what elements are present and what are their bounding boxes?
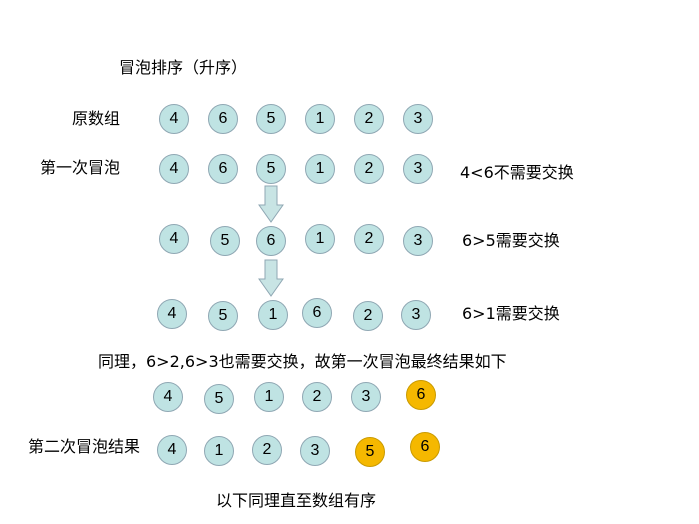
compare-note-2: 6>5需要交换	[462, 231, 560, 250]
pass1-step3-item-4: 6	[302, 298, 332, 328]
down-arrow-icon	[258, 185, 284, 223]
pass1-step1-item-6: 3	[403, 154, 433, 184]
pass1-step2-item-4: 1	[305, 224, 335, 254]
down-arrow-icon	[258, 259, 284, 297]
pass1-result-item-5: 3	[351, 382, 381, 412]
diagram-title: 冒泡排序（升序）	[119, 58, 248, 77]
pass1-step1-item-2: 6	[208, 154, 238, 184]
pass1-step2-item-6: 3	[403, 226, 433, 256]
pass2-result-item-6: 6	[410, 432, 440, 462]
pass1-step2-item-2: 5	[210, 226, 240, 256]
pass2-result-item-3: 2	[252, 435, 282, 465]
compare-note-1: 4<6不需要交换	[460, 163, 574, 182]
pass1-step3-item-6: 3	[401, 300, 431, 330]
original-item-2: 6	[208, 104, 238, 134]
pass1-step1-item-3: 5	[256, 154, 286, 184]
pass1-result-item-3: 1	[254, 382, 284, 412]
original-item-1: 4	[159, 104, 189, 134]
original-item-6: 3	[403, 104, 433, 134]
pass2-result-item-2: 1	[204, 436, 234, 466]
compare-note-3: 6>1需要交换	[462, 304, 560, 323]
pass1-step3-item-3: 1	[258, 300, 288, 330]
pass1-step1-item-1: 4	[159, 154, 189, 184]
pass1-step2-item-5: 2	[354, 224, 384, 254]
summary-note: 同理，6>2,6>3也需要交换，故第一次冒泡最终结果如下	[98, 352, 507, 371]
pass1-step2-item-1: 4	[159, 224, 189, 254]
pass1-result-item-2: 5	[204, 384, 234, 414]
label-first-pass: 第一次冒泡	[40, 158, 121, 177]
pass1-step3-item-1: 4	[157, 299, 187, 329]
original-item-5: 2	[354, 104, 384, 134]
pass1-result-item-1: 4	[153, 382, 183, 412]
pass1-result-item-4: 2	[302, 382, 332, 412]
pass1-step1-item-5: 2	[354, 154, 384, 184]
pass2-result-item-4: 3	[300, 436, 330, 466]
pass1-step3-item-5: 2	[353, 301, 383, 331]
pass2-result-item-5: 5	[355, 437, 385, 467]
original-item-4: 1	[305, 104, 335, 134]
label-original-array: 原数组	[72, 109, 121, 128]
label-second-pass-result: 第二次冒泡结果	[28, 437, 141, 456]
pass1-step1-item-4: 1	[305, 154, 335, 184]
original-item-3: 5	[256, 104, 286, 134]
pass1-step3-item-2: 5	[208, 301, 238, 331]
pass1-step2-item-3: 6	[256, 226, 286, 256]
pass1-result-item-6: 6	[406, 380, 436, 410]
footer-note: 以下同理直至数组有序	[216, 491, 377, 510]
pass2-result-item-1: 4	[157, 435, 187, 465]
